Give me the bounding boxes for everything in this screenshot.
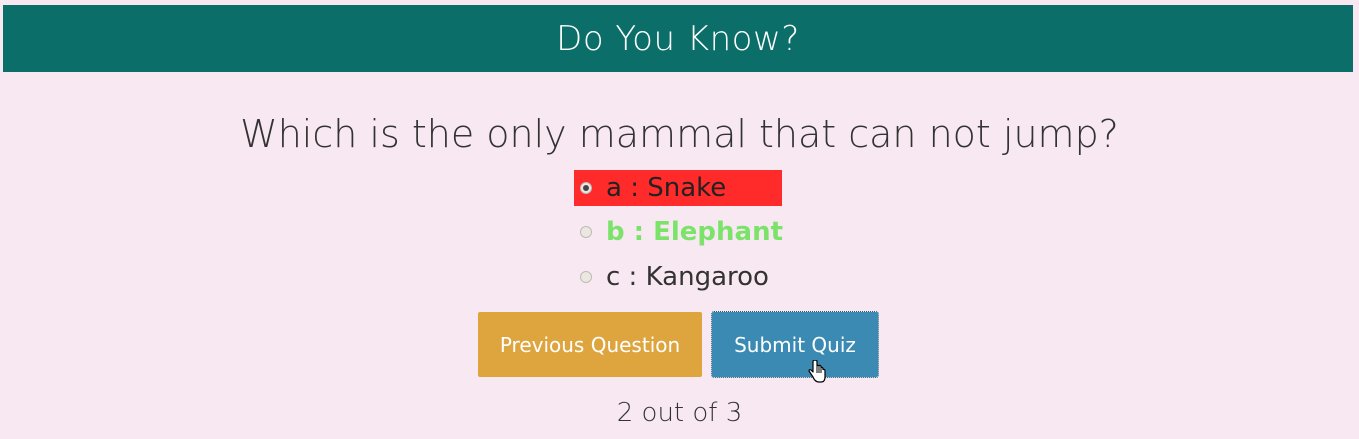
option-a[interactable]: a : Snake [574,170,782,206]
previous-question-button[interactable]: Previous Question [478,312,702,377]
progress-indicator: 2 out of 3 [616,398,743,428]
option-c-label: c : Kangaroo [606,262,769,292]
submit-quiz-button[interactable]: Submit Quiz [711,311,879,378]
option-a-label: a : Snake [606,173,727,203]
radio-icon[interactable] [580,226,592,238]
option-b[interactable]: b : Elephant [574,214,783,250]
option-c[interactable]: c : Kangaroo [574,259,769,295]
hand-pointer-icon [808,359,826,388]
question-text: Which is the only mammal that can not ju… [240,112,1119,156]
header-title: Do You Know? [556,18,800,59]
radio-icon-selected[interactable] [580,182,592,194]
option-b-label: b : Elephant [606,217,784,247]
quiz-header: Do You Know? [3,5,1353,72]
radio-icon[interactable] [580,271,592,283]
